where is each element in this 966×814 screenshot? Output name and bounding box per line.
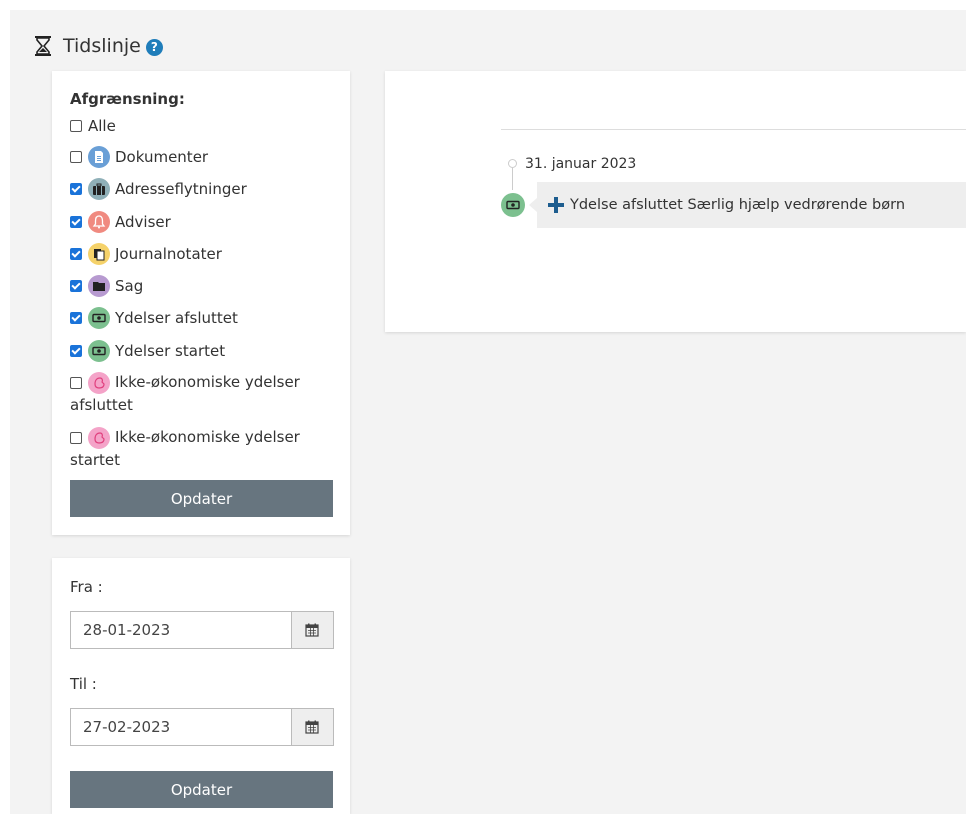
timeline-event[interactable]: Ydelse afsluttet Særlig hjælp vedrørende… [529, 182, 966, 228]
filter-item-adresseflytninger[interactable]: Adresseflytninger [70, 178, 247, 200]
timeline-connector [512, 168, 513, 190]
filter-item-ydelser-afsluttet[interactable]: Ydelser afsluttet [70, 307, 238, 329]
money-icon [88, 307, 110, 329]
to-label: Til : [70, 675, 97, 693]
from-label: Fra : [70, 578, 103, 596]
to-date-field [70, 708, 334, 746]
date-update-button[interactable]: Opdater [70, 771, 333, 808]
filter-label: Alle [88, 117, 116, 135]
filter-item-sag[interactable]: Sag [70, 275, 143, 297]
checkbox-dokumenter[interactable] [70, 151, 82, 163]
filter-label: Dokumenter [115, 148, 209, 166]
folder-icon [88, 275, 110, 297]
money-icon [501, 193, 525, 217]
page-header: Tidslinje ? [34, 33, 163, 59]
checkbox-ikke-oek-afsluttet[interactable] [70, 376, 82, 389]
hand-icon [88, 426, 110, 449]
checkbox-ydelser-startet[interactable] [70, 345, 82, 357]
timeline-divider [501, 129, 966, 130]
filter-item-alle[interactable]: Alle [70, 117, 116, 135]
filter-label: Ydelser startet [115, 342, 226, 360]
checkbox-adviser[interactable] [70, 216, 82, 228]
from-date-field [70, 611, 334, 649]
timeline-panel: 31. januar 2023 Ydelse afsluttet Særlig … [385, 71, 966, 332]
bell-icon [88, 211, 110, 233]
timeline-event-text: Ydelse afsluttet Særlig hjælp vedrørende… [570, 197, 906, 213]
timeline-date: 31. januar 2023 [525, 156, 637, 172]
hourglass-icon [35, 36, 51, 56]
filter-panel: Afgrænsning: Alle Dokumenter Adresseflyt… [52, 71, 350, 535]
suitcase-icon [88, 178, 110, 200]
filter-item-ikke-oek-startet[interactable]: Ikke-økonomiske ydelser startet [70, 426, 330, 471]
checkbox-ikke-oek-startet[interactable] [70, 431, 82, 444]
checkbox-ydelser-afsluttet[interactable] [70, 312, 82, 324]
filter-label: Sag [115, 277, 144, 295]
page-title: Tidslinje [63, 35, 141, 57]
filter-label: Adviser [115, 213, 171, 231]
notes-icon [88, 243, 110, 265]
checkbox-alle[interactable] [70, 120, 82, 132]
question-circle-icon[interactable]: ? [145, 38, 163, 56]
filter-item-journalnotater[interactable]: Journalnotater [70, 243, 222, 265]
from-date-input[interactable] [71, 612, 291, 648]
filter-label: Ydelser afsluttet [115, 309, 238, 327]
calendar-icon[interactable] [290, 709, 333, 745]
filter-item-dokumenter[interactable]: Dokumenter [70, 146, 208, 168]
calendar-icon[interactable] [290, 612, 333, 648]
hand-icon [88, 371, 110, 394]
filter-update-button[interactable]: Opdater [70, 480, 333, 517]
to-date-input[interactable] [71, 709, 291, 745]
filter-item-ikke-oek-afsluttet[interactable]: Ikke-økonomiske ydelser afsluttet [70, 371, 330, 416]
filter-item-adviser[interactable]: Adviser [70, 211, 171, 233]
date-range-panel: Fra : Til : Opdater [52, 558, 350, 814]
filter-title: Afgrænsning: [70, 90, 185, 108]
checkbox-sag[interactable] [70, 280, 82, 292]
document-icon [88, 146, 110, 168]
checkbox-journalnotater[interactable] [70, 248, 82, 260]
money-icon [88, 340, 110, 362]
plus-icon[interactable] [548, 197, 564, 213]
filter-item-ydelser-startet[interactable]: Ydelser startet [70, 340, 225, 362]
timeline-date-dot [508, 159, 517, 168]
filter-label: Journalnotater [115, 245, 222, 263]
filter-label: Adresseflytninger [115, 180, 247, 198]
checkbox-adresseflytninger[interactable] [70, 183, 82, 195]
